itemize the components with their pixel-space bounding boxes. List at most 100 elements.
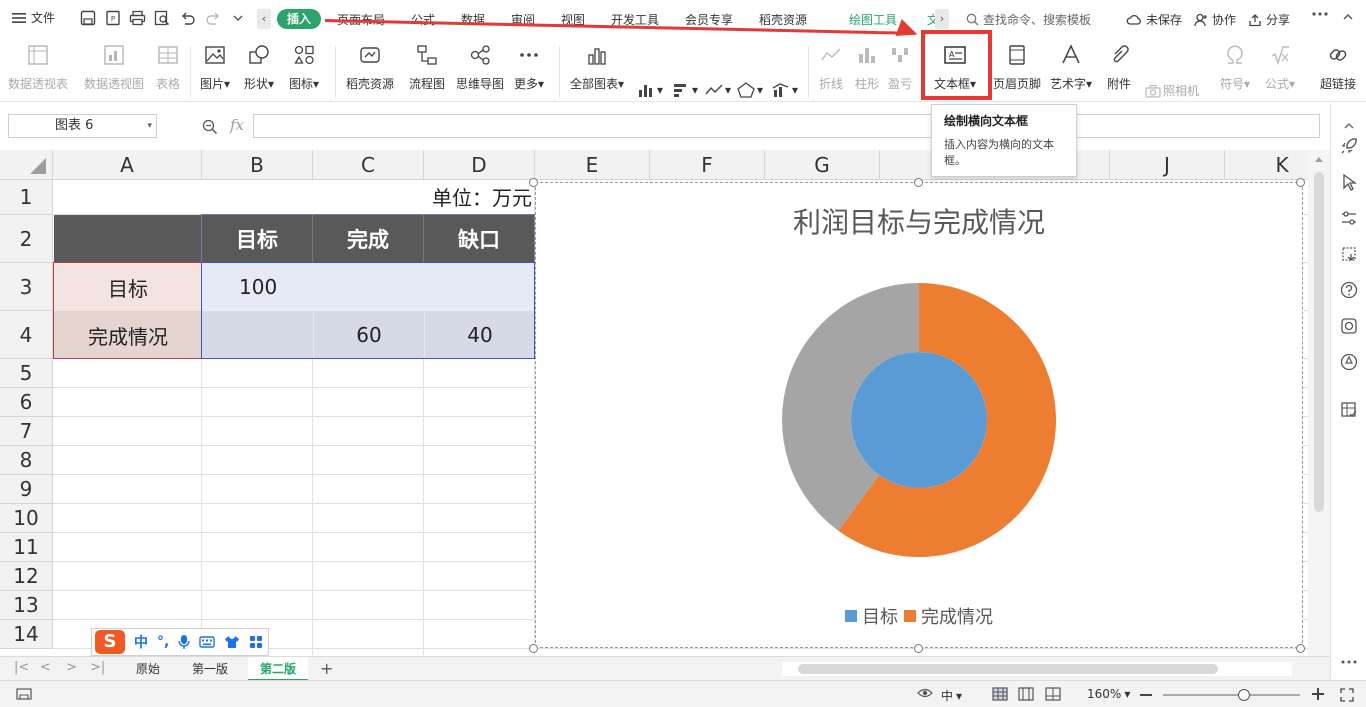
- pivot-table-button[interactable]: 数据透视表: [8, 42, 68, 92]
- cell-c2[interactable]: 完成: [313, 215, 424, 263]
- column-header-c[interactable]: C: [313, 150, 424, 180]
- tab-formulas[interactable]: 公式: [411, 11, 435, 28]
- more-panel-icon[interactable]: [1338, 651, 1360, 673]
- print-preview-icon[interactable]: [154, 10, 170, 26]
- resize-handle-sw[interactable]: [529, 644, 538, 653]
- column-header-j[interactable]: J: [1110, 150, 1225, 180]
- row-header-14[interactable]: 14: [0, 620, 53, 649]
- last-sheet-button[interactable]: >|: [90, 660, 105, 675]
- share-button[interactable]: 分享: [1248, 11, 1290, 28]
- more-options-icon[interactable]: [1312, 12, 1328, 16]
- row-header-2[interactable]: 2: [0, 215, 53, 263]
- ime-punctuation[interactable]: °,: [157, 634, 169, 650]
- column-header-d[interactable]: D: [424, 150, 535, 180]
- tab-drawing-tools[interactable]: 绘图工具: [849, 11, 897, 28]
- shape-button[interactable]: 形状▾: [244, 42, 274, 92]
- redo-icon[interactable]: [205, 10, 221, 26]
- unsaved-status-button[interactable]: 未保存: [1126, 11, 1182, 28]
- normal-view-icon[interactable]: [992, 687, 1008, 701]
- file-menu-button[interactable]: 文件: [12, 9, 55, 26]
- resize-handle-ne[interactable]: [1296, 178, 1305, 187]
- cell-c4[interactable]: 60: [313, 311, 424, 359]
- sparkline-winloss-button[interactable]: 盈亏: [887, 42, 913, 92]
- combo-chart-small-button[interactable]: ▾: [772, 82, 798, 98]
- row-header-10[interactable]: 10: [0, 504, 53, 533]
- wordart-button[interactable]: 艺术字▾: [1050, 42, 1092, 92]
- tab-scroll-left-button[interactable]: ‹: [257, 9, 271, 29]
- row-header-7[interactable]: 7: [0, 417, 53, 446]
- collapse-ribbon-icon[interactable]: [1342, 11, 1354, 23]
- radar-chart-small-button[interactable]: ▾: [737, 82, 763, 98]
- column-header-b[interactable]: B: [202, 150, 313, 180]
- more-button[interactable]: 更多▾: [514, 42, 544, 92]
- sparkline-column-button[interactable]: 柱形: [854, 42, 880, 92]
- zoom-out-button[interactable]: [1140, 694, 1152, 696]
- tab-scroll-right-button[interactable]: ›: [935, 9, 949, 29]
- keyboard-icon[interactable]: [199, 636, 216, 648]
- scroll-up-icon[interactable]: [1314, 155, 1324, 163]
- add-sheet-button[interactable]: +: [308, 657, 345, 681]
- zoom-in-button[interactable]: [1312, 688, 1324, 700]
- resize-handle-s[interactable]: [914, 644, 923, 653]
- help-icon[interactable]: [1338, 279, 1360, 301]
- formula-input[interactable]: [253, 114, 1320, 138]
- export-pdf-icon[interactable]: P: [105, 10, 121, 26]
- horizontal-scrollbar[interactable]: [782, 662, 1292, 676]
- tab-insert[interactable]: 插入: [277, 9, 321, 29]
- cell-c3[interactable]: [313, 263, 424, 311]
- row-header-5[interactable]: 5: [0, 359, 53, 388]
- tab-data[interactable]: 数据: [461, 11, 485, 28]
- page-layout-view-icon[interactable]: [1018, 687, 1034, 701]
- chart-legend[interactable]: 目标 完成情况: [536, 603, 1302, 629]
- line-chart-small-button[interactable]: ▾: [705, 82, 731, 98]
- vertical-scrollbar[interactable]: [1308, 150, 1330, 656]
- row-header-12[interactable]: 12: [0, 562, 53, 591]
- cell-b2[interactable]: 目标: [202, 215, 313, 263]
- zoom-slider-track[interactable]: [1163, 694, 1300, 696]
- donut-chart[interactable]: 利润目标与完成情况 目标 完成情况: [535, 182, 1303, 648]
- donut-slice-inner-0[interactable]: [851, 352, 987, 488]
- save-icon[interactable]: [80, 10, 96, 26]
- row-header-4[interactable]: 4: [0, 311, 53, 359]
- pivot-chart-button[interactable]: 数据透视图: [84, 42, 144, 92]
- row-header-1[interactable]: 1: [0, 180, 53, 215]
- macro-recorder-icon[interactable]: [16, 687, 32, 701]
- tab-docer[interactable]: 稻壳资源: [759, 11, 807, 28]
- prev-sheet-button[interactable]: <: [40, 660, 51, 675]
- cell-a4[interactable]: 完成情况: [54, 311, 202, 359]
- first-sheet-button[interactable]: |<: [14, 660, 29, 675]
- ime-status-button[interactable]: 中 ▾: [941, 687, 962, 704]
- sheet-tab-original[interactable]: 原始: [124, 657, 172, 681]
- name-box[interactable]: 图表 6 ▾: [8, 114, 157, 138]
- legend-item-target[interactable]: 目标: [845, 603, 898, 629]
- picture-button[interactable]: 图片▾: [200, 42, 230, 92]
- mindmap-button[interactable]: 思维导图: [456, 42, 504, 92]
- column-header-g[interactable]: G: [765, 150, 880, 180]
- select-all-corner[interactable]: [0, 150, 53, 180]
- camera-button[interactable]: 照相机: [1145, 82, 1199, 99]
- unit-label-cell[interactable]: 单位：万元: [380, 182, 532, 214]
- row-header-9[interactable]: 9: [0, 475, 53, 504]
- ime-chinese-mode[interactable]: 中: [134, 632, 148, 652]
- eye-protection-icon[interactable]: [917, 687, 933, 699]
- flowchart-button[interactable]: 流程图: [409, 42, 445, 92]
- zoom-level-button[interactable]: 160% ▾: [1087, 687, 1130, 701]
- settings-sliders-icon[interactable]: [1338, 207, 1360, 229]
- legend-item-completion[interactable]: 完成情况: [904, 603, 993, 629]
- row-header-6[interactable]: 6: [0, 388, 53, 417]
- row-header-11[interactable]: 11: [0, 533, 53, 562]
- column-header-e[interactable]: E: [535, 150, 650, 180]
- column-header-a[interactable]: A: [53, 150, 202, 180]
- column-chart-small-button[interactable]: ▾: [637, 82, 663, 98]
- row-header-3[interactable]: 3: [0, 263, 53, 311]
- donut-plot-area[interactable]: [536, 183, 1302, 603]
- skin-shirt-icon[interactable]: [224, 635, 240, 649]
- cursor-select-icon[interactable]: [1338, 171, 1360, 193]
- formula-button[interactable]: 公式▾: [1265, 42, 1295, 92]
- attachment-button[interactable]: 附件: [1106, 42, 1132, 92]
- resize-handle-nw[interactable]: [529, 178, 538, 187]
- dropdown-arrow-icon[interactable]: ▾: [147, 115, 152, 137]
- rocket-icon[interactable]: [1338, 135, 1360, 157]
- toolbox-grid-icon[interactable]: [249, 635, 263, 649]
- collaborate-button[interactable]: 协作: [1194, 11, 1236, 28]
